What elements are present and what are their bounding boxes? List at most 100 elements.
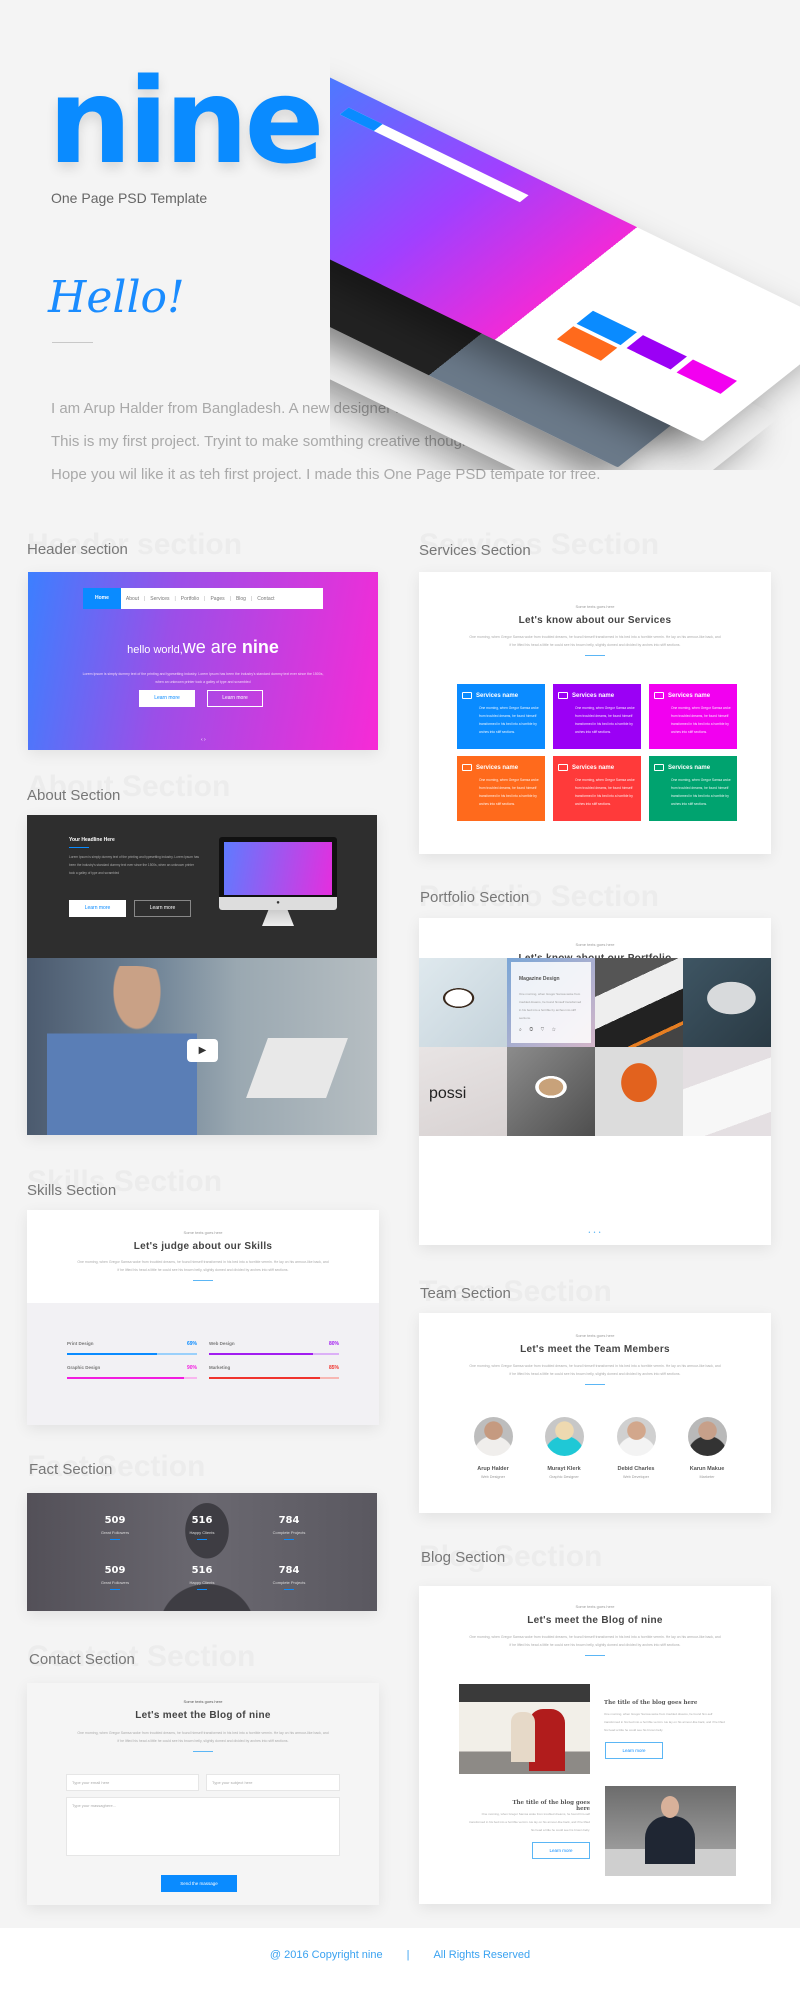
member-name: Karun Makue bbox=[689, 1466, 725, 1472]
service-card[interactable]: Services name One morning, when Gregor Sa… bbox=[457, 684, 545, 749]
mockup-service-tile bbox=[626, 335, 687, 370]
about-headline: Your Headline Here bbox=[69, 837, 115, 843]
portfolio-item-business-card[interactable] bbox=[595, 958, 683, 1047]
message-field[interactable]: Type your massaghere... bbox=[66, 1797, 340, 1856]
eyebrow-text: Some texts goes here bbox=[575, 604, 615, 609]
contact-body: One morning, when Gregor Samsa woke from… bbox=[77, 1731, 329, 1743]
nav-portfolio[interactable]: Portfolio bbox=[176, 596, 204, 602]
hero-subtext: Lorem Ipsum is simply dummy text of the … bbox=[82, 672, 324, 684]
avatar bbox=[616, 1417, 656, 1456]
person-image bbox=[645, 1816, 695, 1864]
avatar bbox=[687, 1417, 727, 1456]
learn-more-outline-button[interactable]: Learn more bbox=[134, 900, 191, 917]
send-message-button[interactable]: Send the massage bbox=[161, 1875, 237, 1892]
member-name: Murayt Klerk bbox=[547, 1466, 581, 1472]
service-card[interactable]: Services name One morning, when Gregor Sa… bbox=[649, 756, 737, 821]
service-card[interactable]: Services name One morning, when Gregor Sa… bbox=[457, 756, 545, 821]
video-camera-icon bbox=[462, 692, 472, 699]
portfolio-item-cup[interactable] bbox=[507, 1047, 595, 1136]
learn-more-outline-button[interactable]: Learn more bbox=[207, 690, 263, 707]
skill-track bbox=[67, 1353, 197, 1355]
footer-divider: | bbox=[406, 1949, 410, 1961]
nav-home[interactable]: Home bbox=[83, 588, 121, 609]
monitor-screen bbox=[224, 842, 332, 895]
portfolio-item-coffee[interactable] bbox=[419, 958, 507, 1047]
divider bbox=[52, 342, 93, 343]
video-camera-icon bbox=[654, 764, 664, 771]
team-body: One morning, when Gregor Samsa woke from… bbox=[469, 1364, 721, 1376]
divider bbox=[585, 1655, 605, 1656]
tagline: One Page PSD Template bbox=[51, 190, 208, 206]
blog-image-businessman[interactable] bbox=[605, 1786, 736, 1876]
skill-print-design: Print Design 69% bbox=[67, 1341, 197, 1355]
portfolio-item-leaf[interactable] bbox=[595, 1047, 683, 1136]
nav-services[interactable]: Services bbox=[145, 596, 174, 602]
nav-blog[interactable]: Blog bbox=[231, 596, 251, 602]
monitor-stand bbox=[262, 910, 294, 926]
skill-fill bbox=[209, 1377, 320, 1379]
team-member[interactable]: Murayt Klerk Graphic Designer bbox=[529, 1417, 599, 1479]
eyebrow-text: Some texts goes here bbox=[183, 1699, 223, 1704]
portfolio-preview: Some texts goes here Let's know about ou… bbox=[419, 918, 771, 1245]
skill-name: Marketing bbox=[209, 1365, 231, 1370]
section-label-about: About Section bbox=[27, 787, 121, 804]
person-image bbox=[661, 1796, 679, 1818]
portfolio-item-tablet[interactable] bbox=[683, 1047, 771, 1136]
portfolio-item-laptop[interactable] bbox=[683, 958, 771, 1047]
fact-number: 784 bbox=[278, 1515, 300, 1526]
service-card[interactable]: Services name One morning, when Gregor Sa… bbox=[553, 684, 641, 749]
skill-track bbox=[209, 1353, 339, 1355]
fact-number: 509 bbox=[104, 1565, 126, 1576]
team-member[interactable]: Debid Charles Web Developer bbox=[601, 1417, 671, 1479]
learn-more-button[interactable]: Learn more bbox=[139, 690, 195, 707]
divider bbox=[193, 1280, 213, 1281]
blog-title: Let's meet the Blog of nine bbox=[527, 1615, 663, 1626]
service-card[interactable]: Services name One morning, when Gregor Sa… bbox=[553, 756, 641, 821]
rights-text: All Rights Reserved bbox=[433, 1949, 531, 1961]
nav-contact[interactable]: Contact bbox=[252, 596, 279, 602]
fact-item: 516 Happy Clients bbox=[162, 1565, 242, 1590]
play-button[interactable]: ▶ bbox=[187, 1039, 218, 1062]
skill-name: Web Design bbox=[209, 1341, 235, 1346]
overlay-text: One morning, when Gregor Samsa woke from… bbox=[519, 992, 582, 1020]
subject-field[interactable]: Type your subject here bbox=[206, 1774, 340, 1791]
learn-more-button[interactable]: Learn more bbox=[532, 1842, 590, 1859]
team-member[interactable]: Arup Halder Web Designer bbox=[458, 1417, 528, 1479]
fact-label: Happy Clients bbox=[189, 1530, 215, 1535]
slider-arrows[interactable]: ‹ › bbox=[201, 737, 206, 743]
fact-number: 516 bbox=[191, 1515, 213, 1526]
hero-headline: hello world,we are nine bbox=[28, 637, 378, 658]
skill-fill bbox=[209, 1353, 313, 1355]
section-label-blog: Blog Section bbox=[421, 1549, 506, 1566]
team-member[interactable]: Karun Makue Marketer bbox=[672, 1417, 742, 1479]
skill-fill bbox=[67, 1353, 157, 1355]
email-field[interactable]: Type your email here bbox=[66, 1774, 199, 1791]
skill-track bbox=[67, 1377, 197, 1379]
services-body: One morning, when Gregor Samsa woke from… bbox=[469, 635, 721, 647]
nav-about[interactable]: About bbox=[121, 596, 144, 602]
fact-label: Complete Projects bbox=[272, 1530, 306, 1535]
section-label-services: Services Section bbox=[419, 542, 531, 559]
about-preview: Your Headline Here Lorem Ipsum is simply… bbox=[27, 815, 377, 1135]
divider bbox=[585, 655, 605, 656]
skill-track bbox=[209, 1377, 339, 1379]
learn-more-button[interactable]: Learn more bbox=[69, 900, 126, 917]
service-card[interactable]: Services name One morning, when Gregor Sa… bbox=[649, 684, 737, 749]
services-grid: Services name One morning, when Gregor Sa… bbox=[457, 684, 737, 821]
service-text: One morning, when Gregor Samsa woke from… bbox=[671, 778, 731, 806]
overlay-action-icons[interactable]: ⌕ ◎ ♡ ☆ bbox=[519, 1027, 559, 1033]
blog-image-cafe[interactable] bbox=[459, 1684, 590, 1774]
member-name: Arup Halder bbox=[477, 1466, 509, 1472]
portfolio-item-magazine[interactable]: Magazine Design One morning, when Gregor… bbox=[507, 958, 595, 1047]
portfolio-item-impossible[interactable]: possi bbox=[419, 1047, 507, 1136]
services-preview: Some texts goes here Let's know about ou… bbox=[419, 572, 771, 854]
blog-post-title[interactable]: The title of the blog goes here bbox=[604, 1700, 697, 1706]
pagination-dots[interactable]: • • • bbox=[419, 1230, 771, 1236]
nav-pages[interactable]: Pages bbox=[205, 596, 229, 602]
headline-mid: we are bbox=[182, 637, 242, 657]
service-name: Services name bbox=[476, 764, 519, 771]
fact-label: Great Followers bbox=[100, 1580, 130, 1585]
member-role: Marketer bbox=[699, 1475, 715, 1479]
learn-more-button[interactable]: Learn more bbox=[605, 1742, 663, 1759]
team-title: Let's meet the Team Members bbox=[520, 1344, 670, 1355]
